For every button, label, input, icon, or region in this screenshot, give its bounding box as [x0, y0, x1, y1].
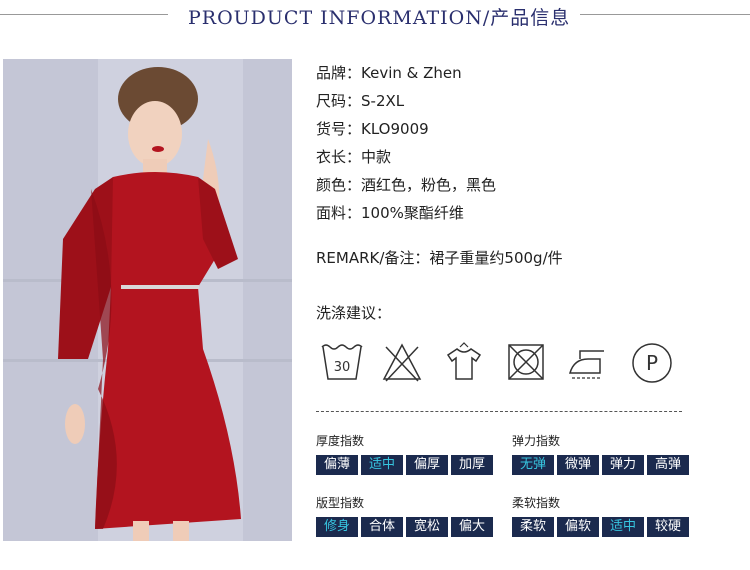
tag-thin: 偏薄: [316, 455, 358, 475]
section-title: PROUDUCT INFORMATION/产品信息: [188, 7, 571, 29]
elasticity-index-tags: 无弹 微弹 弹力 高弹: [512, 455, 689, 475]
tag-soft: 柔软: [512, 517, 554, 537]
sku-value: KLO9009: [361, 120, 429, 138]
softness-index-title: 柔软指数: [512, 496, 561, 510]
info-row-color: 颜色：酒红色，粉色，黑色: [316, 176, 497, 194]
wash-advice-title: 洗涤建议：: [316, 304, 392, 322]
brand-value: Kevin & Zhen: [361, 64, 462, 82]
info-row-brand: 品牌：Kevin & Zhen: [316, 64, 462, 82]
length-value: 中款: [361, 148, 392, 166]
tag-high-stretch: 高弹: [647, 455, 689, 475]
info-row-sku: 货号：KLO9009: [316, 120, 429, 138]
info-row-fabric: 面料：100%聚酯纤维: [316, 204, 464, 222]
svg-text:30: 30: [334, 360, 351, 375]
header-rule-left: [0, 14, 168, 15]
color-value: 酒红色，粉色，黑色: [361, 176, 497, 194]
fabric-value: 100%聚酯纤维: [361, 204, 464, 222]
fit-index-tags: 修身 合体 宽松 偏大: [316, 517, 493, 537]
tag-extra-thick: 加厚: [451, 455, 493, 475]
no-tumble-dry-icon: [506, 341, 546, 387]
thickness-index-tags: 偏薄 适中 偏厚 加厚: [316, 455, 493, 475]
tag-no-stretch-selected: 无弹: [512, 455, 554, 475]
no-bleach-icon: [382, 341, 422, 387]
softness-index-tags: 柔软 偏软 适中 较硬: [512, 517, 689, 537]
tag-regular: 合体: [361, 517, 403, 537]
tag-moderate-selected: 适中: [602, 517, 644, 537]
tag-medium-selected: 适中: [361, 455, 403, 475]
care-icons: 30 P: [316, 341, 686, 386]
thickness-index: 厚度指数 偏薄 适中 偏厚 加厚: [316, 432, 493, 475]
tag-oversized: 偏大: [451, 517, 493, 537]
tag-firm: 较硬: [647, 517, 689, 537]
section-header: PROUDUCT INFORMATION/产品信息: [0, 0, 750, 30]
tag-slight-stretch: 微弹: [557, 455, 599, 475]
tag-stretch: 弹力: [602, 455, 644, 475]
remark-value: 裙子重量约500g/件: [429, 249, 563, 267]
elasticity-index: 弹力指数 无弹 微弹 弹力 高弹: [512, 432, 689, 475]
info-row-size: 尺码：S-2XL: [316, 92, 405, 110]
size-value: S-2XL: [361, 92, 405, 110]
hang-dry-icon: [444, 341, 484, 387]
product-photo: [3, 59, 292, 541]
tag-loose: 宽松: [406, 517, 448, 537]
product-info-list: 品牌：Kevin & Zhen 尺码：S-2XL 货号：KLO9009 衣长：中…: [316, 62, 496, 230]
thickness-index-title: 厚度指数: [316, 434, 365, 448]
remark-row: REMARK/备注：裙子重量约500g/件: [316, 249, 563, 267]
fit-index-title: 版型指数: [316, 496, 365, 510]
wash-30-icon: 30: [320, 341, 364, 387]
professional-cleaning-p-icon: P: [630, 341, 674, 389]
info-row-length: 衣长：中款: [316, 148, 392, 166]
tag-thick: 偏厚: [406, 455, 448, 475]
tag-slim-selected: 修身: [316, 517, 358, 537]
divider-dashed: [316, 411, 682, 412]
elasticity-index-title: 弹力指数: [512, 434, 561, 448]
svg-text:P: P: [646, 351, 658, 375]
iron-icon: [566, 341, 608, 387]
tag-fairly-soft: 偏软: [557, 517, 599, 537]
softness-index: 柔软指数 柔软 偏软 适中 较硬: [512, 494, 689, 537]
fit-index: 版型指数 修身 合体 宽松 偏大: [316, 494, 493, 537]
header-rule-right: [580, 14, 750, 15]
